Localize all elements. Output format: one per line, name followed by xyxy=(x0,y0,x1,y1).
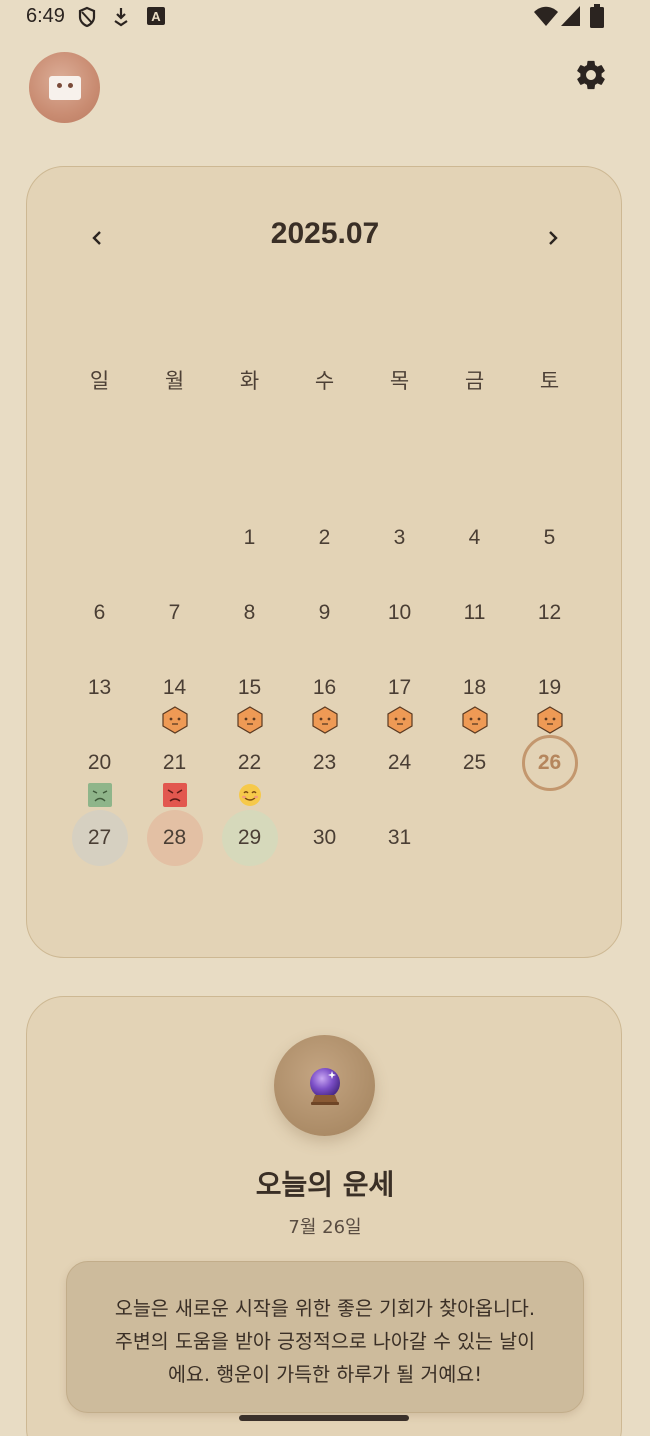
day-cell-4[interactable]: 4 xyxy=(437,506,512,581)
mood-neutral-icon xyxy=(311,706,338,734)
day-cell-6[interactable]: 6 xyxy=(62,581,137,656)
weekday-thu: 목 xyxy=(389,369,410,393)
crystal-ball-badge xyxy=(274,1035,375,1136)
day-number: 7 xyxy=(168,601,181,624)
mood-smile-icon xyxy=(238,784,261,806)
day-cell-12[interactable]: 12 xyxy=(512,581,587,656)
chevron-right-icon xyxy=(549,231,558,245)
mood-neutral-icon xyxy=(386,706,413,734)
svg-text:A: A xyxy=(151,9,161,24)
day-number: 27 xyxy=(71,810,128,866)
weekday-sat: 토 xyxy=(539,369,560,393)
day-number: 3 xyxy=(393,526,406,549)
day-number: 5 xyxy=(543,526,556,549)
calendar-card: 2025.07 일 월 화 수 목 금 토 1 2 3 4 5 6 7 8 9 10 11 12 13 1… xyxy=(26,166,622,958)
weekday-tue: 화 xyxy=(239,369,260,393)
shield-icon xyxy=(78,6,96,28)
wifi-icon xyxy=(534,6,558,26)
day-number: 2 xyxy=(318,526,331,549)
crystal-ball-icon xyxy=(309,1067,340,1105)
mood-neutral-icon xyxy=(461,706,488,734)
day-cell-9[interactable]: 9 xyxy=(287,581,362,656)
day-number: 11 xyxy=(463,601,486,624)
day-cell-8[interactable]: 8 xyxy=(212,581,287,656)
day-number: 24 xyxy=(387,751,412,774)
day-number: 12 xyxy=(537,601,562,624)
mood-neutral-icon xyxy=(536,706,563,734)
day-cell-16[interactable]: 16 xyxy=(287,656,362,734)
day-cell-30[interactable]: 30 xyxy=(287,806,362,881)
day-number: 31 xyxy=(387,826,412,849)
day-cell-5[interactable]: 5 xyxy=(512,506,587,581)
day-cell-29[interactable]: 29 xyxy=(212,806,287,881)
day-number: 30 xyxy=(312,826,337,849)
day-cell-17[interactable]: 17 xyxy=(362,656,437,734)
app-screen: 6:49 A 2025.07 일 월 화 수 목 금 토 1 2 3 4 5 6… xyxy=(0,0,650,1436)
day-cell-27[interactable]: 27 xyxy=(62,806,137,881)
day-number: 1 xyxy=(243,526,256,549)
fortune-card: 오늘의 운세 7월 26일 오늘은 새로운 시작을 위한 좋은 기회가 찾아옵니… xyxy=(26,996,622,1436)
day-cell-3[interactable]: 3 xyxy=(362,506,437,581)
day-cell-21[interactable]: 21 xyxy=(137,731,212,807)
fortune-title: 오늘의 운세 xyxy=(255,1168,395,1201)
day-number: 23 xyxy=(312,751,337,774)
day-number: 29 xyxy=(221,810,278,866)
day-number: 28 xyxy=(146,810,203,866)
home-indicator[interactable] xyxy=(239,1415,409,1421)
status-time: 6:49 xyxy=(26,5,65,27)
day-cell-24[interactable]: 24 xyxy=(362,731,437,806)
weekday-header: 일 월 화 수 목 금 토 xyxy=(27,365,623,395)
day-cell-11[interactable]: 11 xyxy=(437,581,512,656)
day-cell-26[interactable]: 26 xyxy=(512,731,587,806)
day-cell-19[interactable]: 19 xyxy=(512,656,587,734)
day-cell-22[interactable]: 22 xyxy=(212,731,287,806)
profile-avatar[interactable] xyxy=(29,52,100,123)
month-title: 2025.07 xyxy=(270,217,380,250)
day-number: 8 xyxy=(243,601,256,624)
day-cell-2[interactable]: 2 xyxy=(287,506,362,581)
today-date: 26 xyxy=(521,735,578,791)
weekday-wed: 수 xyxy=(314,369,335,393)
download-icon xyxy=(114,8,128,27)
day-number: 4 xyxy=(468,526,481,549)
day-cell-13[interactable]: 13 xyxy=(62,656,137,731)
day-cell-14[interactable]: 14 xyxy=(137,656,212,734)
mood-sick-icon xyxy=(87,783,112,807)
day-cell-25[interactable]: 25 xyxy=(437,731,512,806)
fortune-line-3: 에요. 행운이 가득한 하루가 될 거예요! xyxy=(167,1363,483,1386)
next-month-button[interactable] xyxy=(538,223,568,253)
fortune-date: 7월 26일 xyxy=(288,1217,362,1238)
day-number: 10 xyxy=(387,601,412,624)
day-cell-10[interactable]: 10 xyxy=(362,581,437,656)
day-cell-31[interactable]: 31 xyxy=(362,806,437,881)
day-cell-18[interactable]: 18 xyxy=(437,656,512,734)
day-cell-20[interactable]: 20 xyxy=(62,731,137,807)
weekday-mon: 월 xyxy=(164,369,185,393)
day-number: 6 xyxy=(93,601,106,624)
a-box-icon: A xyxy=(147,7,165,25)
weekday-fri: 금 xyxy=(464,369,485,393)
mood-angry-icon xyxy=(162,783,187,807)
mood-neutral-icon xyxy=(161,706,188,734)
gear-icon[interactable] xyxy=(574,58,608,92)
signal-icon xyxy=(561,6,580,26)
weekday-sun: 일 xyxy=(89,369,110,393)
day-cell-1[interactable]: 1 xyxy=(212,506,287,581)
day-cell-15[interactable]: 15 xyxy=(212,656,287,734)
status-bar: 6:49 A xyxy=(0,0,650,34)
day-cell-7[interactable]: 7 xyxy=(137,581,212,656)
day-number: 25 xyxy=(462,751,487,774)
battery-icon xyxy=(590,4,604,28)
day-cell-28[interactable]: 28 xyxy=(137,806,212,881)
mood-neutral-icon xyxy=(236,706,263,734)
fortune-line-1: 오늘은 새로운 시작을 위한 좋은 기회가 찾아옵니다. xyxy=(114,1297,536,1320)
app-logo-icon xyxy=(48,75,81,100)
fortune-message: 오늘은 새로운 시작을 위한 좋은 기회가 찾아옵니다. 주변의 도움을 받아 … xyxy=(66,1261,584,1413)
day-cell-23[interactable]: 23 xyxy=(287,731,362,806)
day-number: 13 xyxy=(87,676,112,699)
fortune-line-2: 주변의 도움을 받아 긍정적으로 나아갈 수 있는 날이 xyxy=(114,1330,536,1353)
day-number: 9 xyxy=(318,601,331,624)
